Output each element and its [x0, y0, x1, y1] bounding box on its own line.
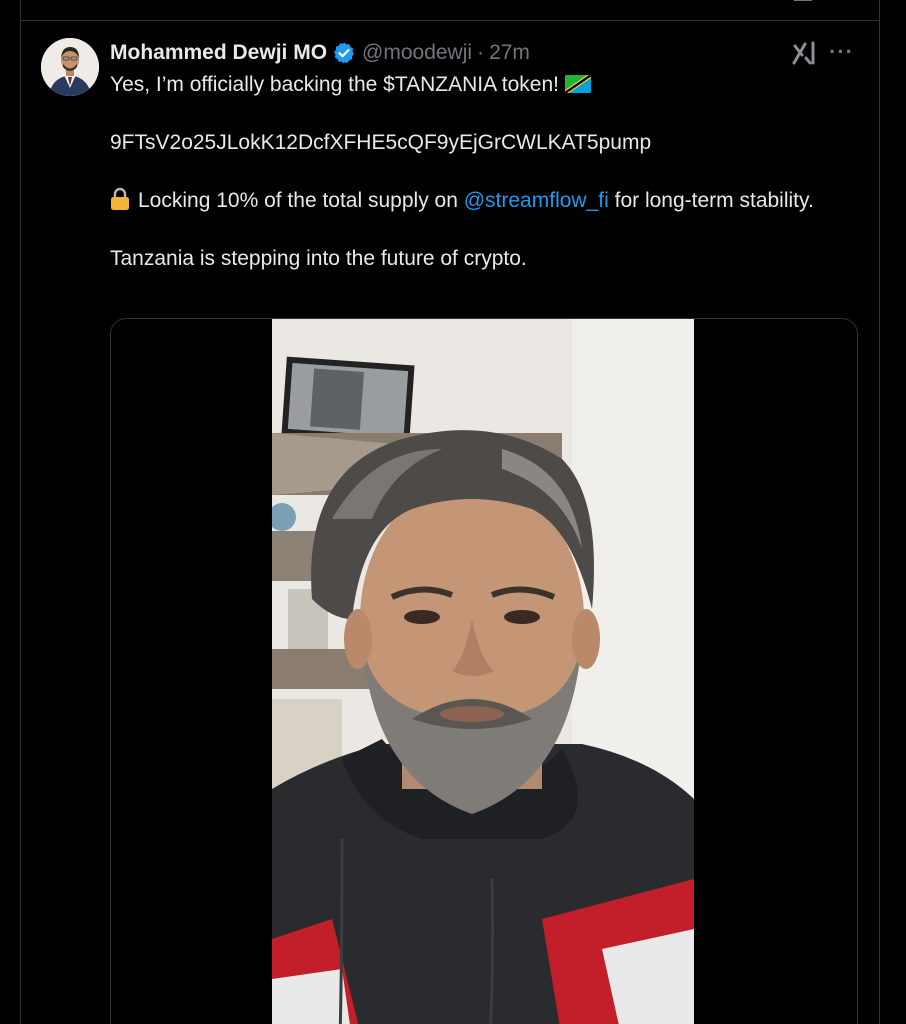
lock-line: Locking 10% of the total supply on @stre… — [110, 186, 820, 215]
contract-address: 9FTsV2o25JLokK12DcfXFHE5cQF9yEjGrCWLKAT5… — [110, 131, 652, 154]
lock-text-after: for long-term stability. — [614, 189, 814, 212]
partial-icon — [794, 0, 812, 1]
lock-icon — [111, 187, 129, 210]
separator: · — [477, 41, 485, 64]
tweet-line-text: Yes, I’m officially backing the $TANZANI… — [110, 73, 559, 96]
video-player[interactable] — [110, 318, 858, 1024]
tanzania-flag-icon — [565, 75, 591, 93]
tweet-header: Mohammed Dewji MO @moodewji · 27m — [110, 38, 530, 68]
tweet-line: Yes, I’m officially backing the $TANZANI… — [110, 70, 820, 99]
avatar[interactable] — [41, 38, 99, 96]
tweet-frame: Mohammed Dewji MO @moodewji · 27m ··· Ye… — [20, 0, 880, 1024]
more-icon[interactable]: ··· — [829, 41, 855, 63]
verified-badge-icon — [334, 42, 355, 64]
lock-text: Locking 10% of the total supply on — [138, 189, 458, 212]
video-thumbnail — [272, 319, 694, 1024]
closing-line: Tanzania is stepping into the future of … — [110, 247, 527, 270]
tweet-body: Yes, I’m officially backing the $TANZANI… — [110, 70, 820, 273]
grok-icon[interactable] — [791, 40, 819, 66]
timestamp[interactable]: 27m — [489, 41, 530, 65]
avatar-image — [41, 38, 99, 96]
author-name[interactable]: Mohammed Dewji MO — [110, 41, 327, 65]
video-frame[interactable] — [272, 319, 694, 1024]
divider — [21, 20, 879, 21]
streamflow-mention-link[interactable]: @streamflow_fi — [464, 189, 609, 212]
author-handle[interactable]: @moodewji — [362, 41, 472, 65]
